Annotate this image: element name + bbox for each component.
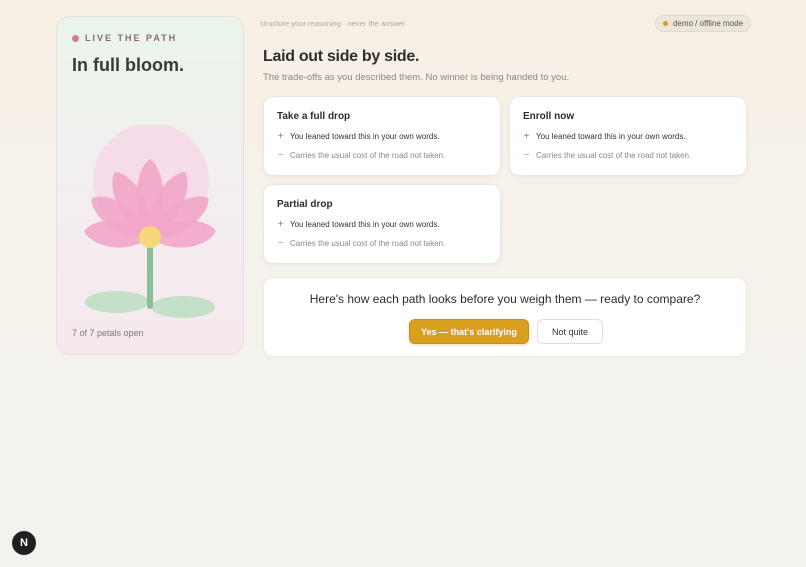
yes-clarifying-button[interactable]: Yes — that's clarifying <box>409 319 529 344</box>
pro-row: + You leaned toward this in your own wor… <box>523 131 733 142</box>
flower-center <box>139 226 161 248</box>
option-title: Enroll now <box>523 111 575 122</box>
plus-icon: + <box>523 131 530 142</box>
con-text: Carries the usual cost of the road not t… <box>536 151 692 160</box>
lily-pad-right <box>151 296 215 318</box>
page-title: Laid out side by side. <box>263 48 420 65</box>
option-card-partial-drop: Partial drop + You leaned toward this in… <box>263 184 501 264</box>
plus-icon: + <box>277 219 284 230</box>
panel-eyebrow: LIVE THE PATH <box>72 33 228 43</box>
pro-row: + You leaned toward this in your own wor… <box>277 131 487 142</box>
status-dot-icon <box>72 34 79 42</box>
option-title: Take a full drop <box>277 111 351 122</box>
pro-text: You leaned toward this in your own words… <box>536 132 686 141</box>
minus-icon: − <box>523 150 530 161</box>
mode-badge: demo / offline mode <box>655 15 751 32</box>
option-card-enroll-now: Enroll now + You leaned toward this in y… <box>509 96 747 176</box>
n-logo-icon[interactable]: N <box>12 531 36 555</box>
confirm-panel: Here's how each path looks before you we… <box>263 277 747 357</box>
minus-icon: − <box>277 150 284 161</box>
con-row: − Carries the usual cost of the road not… <box>523 150 733 161</box>
pro-row: + You leaned toward this in your own wor… <box>277 219 487 230</box>
con-row: − Carries the usual cost of the road not… <box>277 150 487 161</box>
petals-status: 7 of 7 petals open <box>72 328 144 338</box>
flower-stem <box>147 243 153 309</box>
confirm-question: Here's how each path looks before you we… <box>309 292 701 306</box>
pro-text: You leaned toward this in your own words… <box>290 220 440 229</box>
minus-icon: − <box>277 238 284 249</box>
option-card-full-drop: Take a full drop + You leaned toward thi… <box>263 96 501 176</box>
offline-dot-icon <box>662 21 668 26</box>
plus-icon: + <box>277 131 284 142</box>
eyebrow-label: LIVE THE PATH <box>85 33 178 43</box>
con-text: Carries the usual cost of the road not t… <box>290 239 446 248</box>
option-title: Partial drop <box>277 199 333 210</box>
path-visual-panel: LIVE THE PATH In full bloom. 7 of 7 peta… <box>56 16 244 355</box>
mode-badge-label: demo / offline mode <box>672 19 744 28</box>
bloom-title: In full bloom. <box>72 55 184 75</box>
not-quite-button[interactable]: Not quite <box>537 319 603 344</box>
pro-text: You leaned toward this in your own words… <box>290 132 440 141</box>
con-text: Carries the usual cost of the road not t… <box>290 151 446 160</box>
page-subtitle: The trade-offs as you described them. No… <box>263 72 570 83</box>
lotus-illustration <box>84 125 216 318</box>
tagline: structure your reasoning · never the ans… <box>260 19 406 28</box>
con-row: − Carries the usual cost of the road not… <box>277 238 487 249</box>
lily-pad-left <box>85 291 149 313</box>
